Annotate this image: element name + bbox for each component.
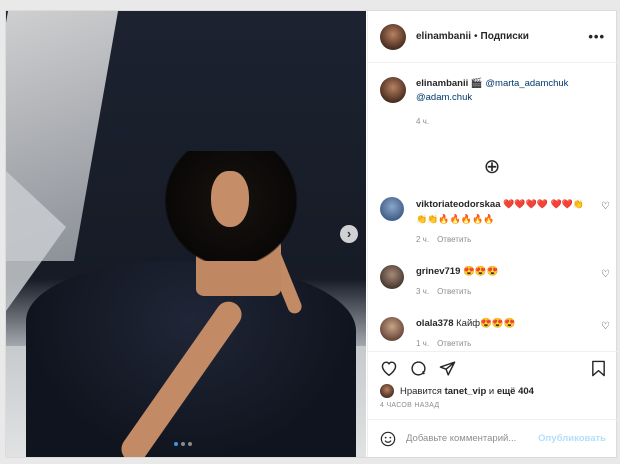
likes-user[interactable]: tanet_vip [445, 386, 487, 397]
carousel-dot [188, 442, 192, 446]
post-header: elinambanii • Подписки ••• [368, 11, 617, 63]
comment-username[interactable]: grinev719 [416, 266, 460, 277]
avatar[interactable] [380, 197, 404, 221]
comment-body: viktoriateodorskaa ❤️❤️❤️❤️ ❤️❤️👏👏👏🔥🔥🔥🔥🔥… [416, 197, 586, 247]
caption-emoji: 🎬 [470, 78, 483, 89]
comment-meta: 1 ч. Ответить [416, 337, 586, 349]
heart-icon[interactable]: ♡ [601, 201, 610, 212]
likes-count[interactable]: ещё 404 [497, 386, 534, 397]
comment: grinev719 😍😍😍 3 ч. Ответить ♡ [380, 265, 610, 299]
avatar[interactable] [380, 317, 404, 341]
comment-icon[interactable] [410, 360, 427, 377]
avatar[interactable] [380, 23, 406, 50]
following-button[interactable]: Подписки [481, 31, 529, 42]
comment-time: 2 ч. [416, 235, 430, 244]
photo-face [211, 171, 249, 227]
reply-link[interactable]: Ответить [437, 339, 471, 348]
comment: olala378 Кайф😍😍😍 1 ч. Ответить ♡ [380, 317, 610, 349]
post-photo[interactable]: › [6, 11, 366, 457]
author-username[interactable]: elinambanii [416, 31, 471, 42]
comment-body: grinev719 😍😍😍 3 ч. Ответить [416, 265, 586, 299]
comment-text: Кайф😍😍😍 [456, 318, 516, 329]
chevron-right-icon[interactable]: › [340, 225, 358, 243]
smile-icon[interactable] [380, 431, 396, 447]
comment-time: 3 ч. [416, 287, 430, 296]
post-sidebar: elinambanii • Подписки ••• elinambanii 🎬… [367, 11, 618, 457]
reply-link[interactable]: Ответить [437, 235, 471, 244]
avatar[interactable] [380, 77, 406, 103]
bookmark-icon[interactable] [591, 360, 606, 377]
add-comment-bar: Добавьте комментарий... Опубликовать [368, 419, 618, 457]
comment-meta: 3 ч. Ответить [416, 285, 586, 299]
caption: elinambanii 🎬 @marta_adamchuk @adam.chuk… [380, 77, 608, 129]
likes-middle: и [488, 385, 495, 397]
avatar[interactable] [380, 384, 394, 398]
caption-username[interactable]: elinambanii [416, 78, 468, 89]
carousel-dots [174, 442, 192, 446]
share-icon[interactable] [439, 360, 456, 377]
comment-text: 😍😍😍 [463, 266, 499, 277]
comment: viktoriateodorskaa ❤️❤️❤️❤️ ❤️❤️👏👏👏🔥🔥🔥🔥🔥… [380, 197, 610, 247]
comment-input[interactable]: Добавьте комментарий... [406, 433, 516, 444]
comment-time: 1 ч. [416, 339, 430, 348]
more-icon[interactable]: ••• [588, 29, 605, 44]
carousel-dot-active [174, 442, 178, 446]
plus-circle-icon[interactable]: ⊕ [483, 157, 501, 177]
action-bar [368, 351, 618, 384]
post-window: › elinambanii • Подписки ••• elinambanii… [5, 10, 618, 458]
heart-icon[interactable]: ♡ [601, 321, 610, 332]
heart-icon[interactable] [380, 360, 398, 376]
reply-link[interactable]: Ответить [437, 287, 471, 296]
likes-prefix: Нравится [400, 385, 442, 397]
publish-button[interactable]: Опубликовать [538, 433, 606, 444]
likes-line: Нравится tanet_vip и ещё 404 [380, 384, 534, 398]
comment-username[interactable]: viktoriateodorskaa [416, 199, 500, 210]
carousel-dot [181, 442, 185, 446]
avatar[interactable] [380, 265, 404, 289]
caption-time: 4 ч. [416, 117, 430, 126]
comment-meta: 2 ч. Ответить [416, 233, 586, 247]
caption-mention[interactable]: @marta_adamchuk [485, 78, 568, 89]
post-time: 4 ЧАСОВ НАЗАД [380, 402, 440, 409]
caption-mention[interactable]: @adam.chuk [416, 91, 568, 105]
caption-text: elinambanii 🎬 @marta_adamchuk @adam.chuk… [416, 77, 568, 129]
separator-dot: • [474, 31, 478, 42]
comment-body: olala378 Кайф😍😍😍 1 ч. Ответить [416, 317, 586, 349]
heart-icon[interactable]: ♡ [601, 269, 610, 280]
comment-username[interactable]: olala378 [416, 318, 454, 329]
